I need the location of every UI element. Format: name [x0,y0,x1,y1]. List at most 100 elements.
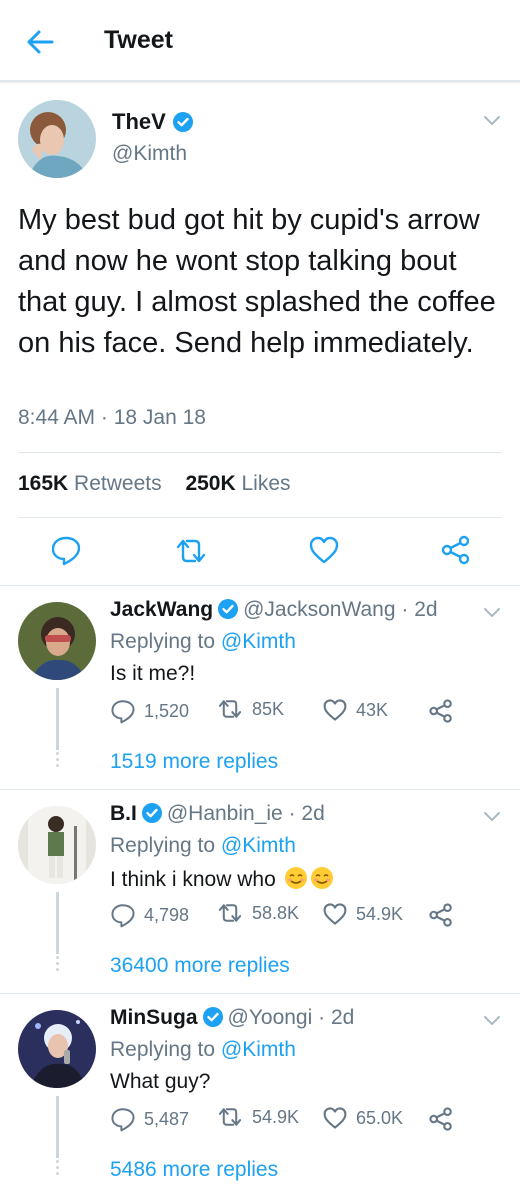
tweet-stats: 165K Retweets 250K Likes [18,472,291,496]
retweets-count[interactable]: 165K [18,472,68,495]
thread-line [56,688,59,750]
verified-icon [217,598,239,620]
divider [18,452,502,453]
reply-author-handle[interactable]: @Yoongi · 2d [228,1006,355,1029]
like-icon [323,1107,347,1129]
reply-icon [111,904,135,928]
reply-author-name[interactable]: JackWang [110,598,213,621]
retweet-icon [218,700,242,718]
reply-author-name[interactable]: MinSuga [110,1006,198,1029]
more-replies-link[interactable]: 36400 more replies [110,954,290,978]
retweet-count: 85K [252,698,285,719]
reply-header: JackWang @JacksonWang · 2d [110,598,438,622]
top-bar: Tweet [0,0,520,82]
retweet-icon[interactable] [173,537,209,570]
reply-text: What guy? [110,1070,211,1093]
more-replies-link[interactable]: 5486 more replies [110,1158,278,1182]
like-icon [323,699,347,721]
reply-count: 1,520 [144,700,190,721]
reply-header: MinSuga @Yoongi · 2d [110,1006,354,1030]
more-replies-link[interactable]: 1519 more replies [110,750,278,774]
mention-link[interactable]: @Kimth [221,834,296,857]
like-count: 65.0K [356,1107,404,1128]
share-icon[interactable] [440,534,472,571]
page-title: Tweet [104,26,173,54]
chevron-down-icon[interactable] [482,810,502,824]
mention-link[interactable]: @Kimth [221,630,296,653]
avatar[interactable] [18,100,96,178]
divider [18,517,502,518]
replying-label: Replying to [110,834,216,857]
avatar[interactable] [18,1010,96,1088]
replying-to: Replying to @Kimth [110,834,296,858]
avatar[interactable] [18,806,96,884]
reply-tweet[interactable]: JackWang @JacksonWang · 2d Replying to @K… [0,585,520,789]
author-name[interactable]: TheV [112,109,166,135]
reply-count: 5,487 [144,1108,190,1129]
likes-label[interactable]: Likes [241,472,290,495]
thread-line [56,892,59,954]
share-button[interactable] [428,1106,462,1132]
reply-header: B.I @Hanbin_ie · 2d [110,802,325,826]
reply-icon[interactable] [50,534,82,571]
like-button[interactable]: 65.0K [322,1106,403,1130]
reply-author-name[interactable]: B.I [110,802,137,825]
like-icon[interactable] [308,535,340,570]
like-count: 43K [356,699,389,720]
smiling-emoji-icon [284,866,308,890]
reply-icon [111,1108,135,1132]
reply-button[interactable]: 5,487 [110,1106,189,1132]
reply-actions: 4,798 58.8K 54.9K [110,902,510,932]
replying-label: Replying to [110,630,216,653]
avatar[interactable] [18,602,96,680]
like-button[interactable]: 43K [322,698,388,722]
share-button[interactable] [428,902,462,928]
thread-dots [55,1160,60,1178]
reply-count: 4,798 [144,904,190,925]
replying-to: Replying to @Kimth [110,1038,296,1062]
retweet-count: 54.9K [252,1106,300,1127]
share-icon [429,903,452,927]
reply-tweet[interactable]: MinSuga @Yoongi · 2d Replying to @Kimth W… [0,993,520,1200]
reply-text: I think i know who [110,866,334,892]
reply-text-content: I think i know who [110,868,276,891]
mention-link[interactable]: @Kimth [221,1038,296,1061]
share-button[interactable] [428,698,462,724]
reply-author-handle[interactable]: @Hanbin_ie · 2d [167,802,325,825]
tweet-text: My best bud got hit by cupid's arrow and… [18,204,496,359]
smiling-emoji-icon [310,866,334,890]
verified-icon [202,1006,224,1028]
author-handle[interactable]: @Kimth [112,142,187,166]
like-icon [323,903,347,925]
reply-author-handle[interactable]: @JacksonWang · 2d [243,598,437,621]
chevron-down-icon[interactable] [482,606,502,620]
chevron-down-icon[interactable] [482,1014,502,1028]
verified-icon [141,802,163,824]
replying-label: Replying to [110,1038,216,1061]
likes-count[interactable]: 250K [185,472,235,495]
thread-dots [55,752,60,770]
reply-actions: 1,520 85K 43K [110,698,510,728]
share-icon [429,1107,452,1131]
reply-button[interactable]: 4,798 [110,902,189,928]
chevron-down-icon[interactable] [482,114,502,128]
like-button[interactable]: 54.9K [322,902,403,926]
retweet-icon [218,1108,242,1126]
retweet-button[interactable]: 54.9K [216,1106,299,1128]
retweet-count: 58.8K [252,902,300,923]
retweets-label[interactable]: Retweets [74,472,162,495]
reply-text: Is it me?! [110,662,196,685]
reply-button[interactable]: 1,520 [110,698,189,724]
retweet-button[interactable]: 58.8K [216,902,299,924]
reply-actions: 5,487 54.9K 65.0K [110,1106,510,1136]
share-icon [429,699,452,723]
replying-to: Replying to @Kimth [110,630,296,654]
tweet-timestamp: 8:44 AM · 18 Jan 18 [18,406,206,429]
back-arrow-icon[interactable] [22,24,58,60]
author-row: TheV [112,109,194,135]
tweet-actions [0,532,520,572]
retweet-button[interactable]: 85K [216,698,284,720]
retweet-icon [218,904,242,922]
reply-tweet[interactable]: B.I @Hanbin_ie · 2d Replying to @Kimth I … [0,789,520,993]
like-count: 54.9K [356,903,404,924]
